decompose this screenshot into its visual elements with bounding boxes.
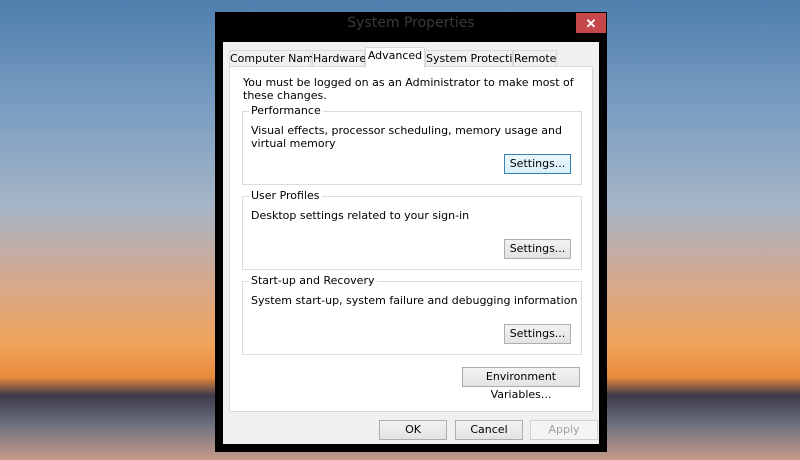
group-label: Start-up and Recovery (249, 274, 377, 287)
group-description: Visual effects, processor scheduling, me… (251, 124, 562, 150)
user-profiles-group: User Profiles Desktop settings related t… (242, 189, 582, 270)
ok-button[interactable]: OK (379, 420, 447, 440)
group-description: Desktop settings related to your sign-in (251, 209, 470, 222)
close-button[interactable]: ✕ (576, 13, 606, 33)
tab-system-protection[interactable]: System Protection (425, 50, 526, 67)
user-profiles-settings-button[interactable]: Settings... (504, 239, 571, 259)
tab-remote[interactable]: Remote (513, 50, 557, 67)
group-label: Performance (249, 104, 323, 117)
startup-recovery-group: Start-up and Recovery System start-up, s… (242, 274, 582, 355)
apply-button[interactable]: Apply (530, 420, 598, 440)
close-icon: ✕ (585, 15, 597, 31)
advanced-tab-panel: You must be logged on as an Administrato… (229, 66, 593, 412)
group-label: User Profiles (249, 189, 322, 202)
tab-hardware[interactable]: Hardware (312, 50, 366, 67)
environment-variables-button[interactable]: Environment Variables... (462, 367, 580, 401)
tab-advanced[interactable]: Advanced (365, 47, 425, 68)
dialog-title: System Properties (347, 15, 475, 31)
cancel-button[interactable]: Cancel (455, 420, 523, 440)
dialog-client: Computer Name Hardware Advanced System P… (223, 42, 599, 444)
group-description: System start-up, system failure and debu… (251, 294, 578, 307)
tab-computer-name[interactable]: Computer Name (229, 50, 321, 67)
system-properties-dialog: System Properties ✕ Computer Name Hardwa… (215, 12, 607, 452)
performance-settings-button[interactable]: Settings... (504, 154, 571, 174)
startup-recovery-settings-button[interactable]: Settings... (504, 324, 571, 344)
performance-group: Performance Visual effects, processor sc… (242, 104, 582, 185)
admin-notice: You must be logged on as an Administrato… (243, 76, 574, 102)
